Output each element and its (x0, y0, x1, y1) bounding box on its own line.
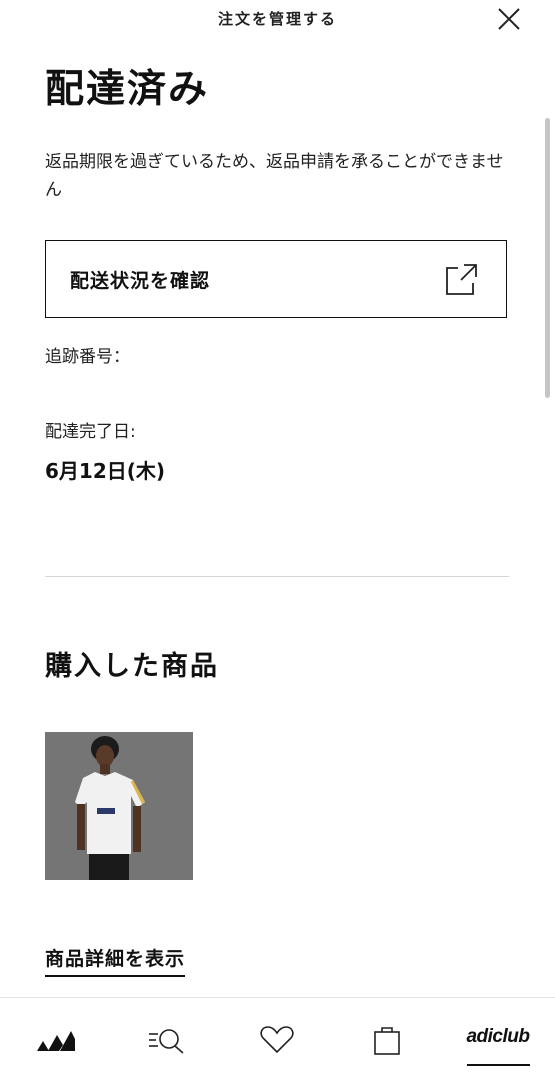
product-thumbnail[interactable] (45, 732, 193, 880)
product-photo-jersey (45, 732, 193, 880)
page-header-title: 注文を管理する (217, 10, 337, 28)
track-delivery-button[interactable]: 配送状況を確認 (45, 240, 507, 318)
adiclub-label: adiclub (466, 1025, 530, 1047)
close-icon (498, 8, 520, 30)
purchased-items-title: 購入した商品 (45, 651, 219, 682)
scrollbar-thumb[interactable] (545, 118, 550, 398)
search-icon (149, 1028, 184, 1054)
bottom-navigation: adiclub (0, 997, 555, 1081)
delivery-date-label: 配達完了日: (45, 422, 136, 442)
track-delivery-label: 配送状況を確認 (70, 270, 211, 292)
return-notice: 返品期限を過ぎているため、返品申請を承ることができません (45, 152, 504, 200)
section-divider (45, 576, 509, 577)
active-tab-indicator (467, 1064, 530, 1066)
heart-icon (260, 1025, 294, 1053)
external-link-icon (446, 264, 477, 295)
tracking-number-label: 追跡番号： (45, 347, 130, 367)
brand-logo-icon (37, 1030, 75, 1051)
delivery-date-value: 6月12日(木) (45, 459, 166, 483)
shopping-bag-icon (374, 1026, 400, 1055)
nav-home[interactable] (20, 998, 92, 1081)
close-button[interactable] (494, 4, 524, 34)
nav-wishlist[interactable] (241, 998, 313, 1081)
order-status-title: 配達済み (45, 67, 210, 112)
nav-bag[interactable] (351, 998, 423, 1081)
view-product-details-link[interactable]: 商品詳細を表示 (45, 944, 186, 977)
nav-search[interactable] (130, 998, 202, 1081)
nav-adiclub[interactable]: adiclub (458, 998, 538, 1081)
